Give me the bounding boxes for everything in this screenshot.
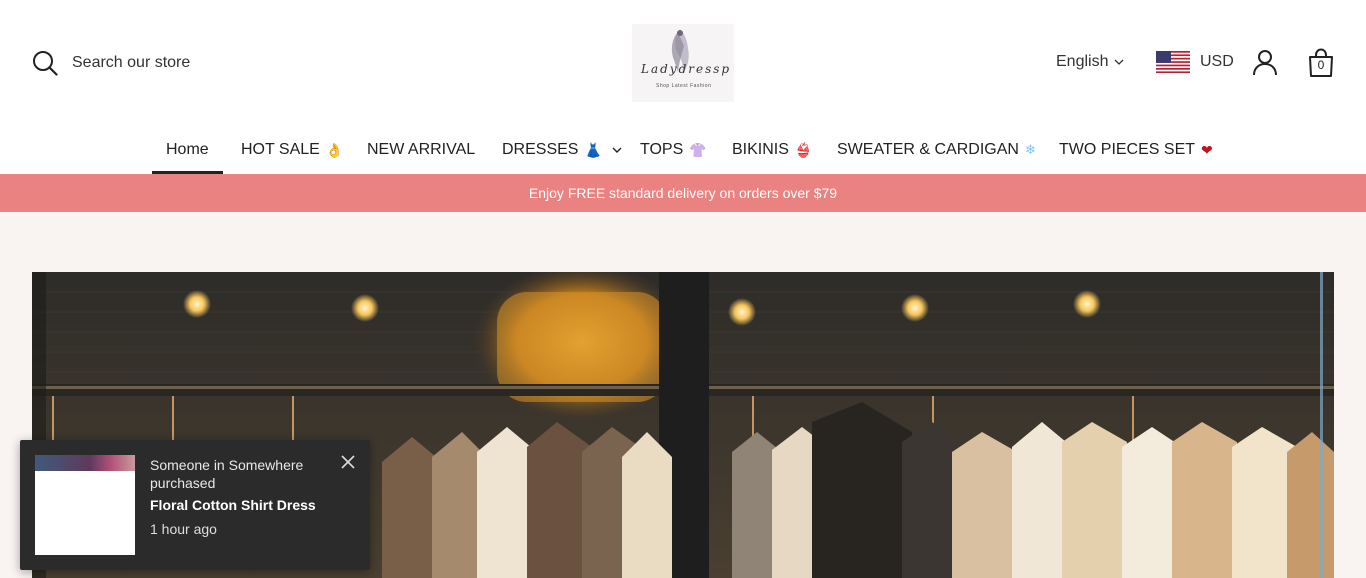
product-thumbnail[interactable] [35, 455, 135, 555]
site-logo[interactable]: Ladydressp Shop Latest Fashion [632, 24, 734, 102]
bikini-icon: 👙 [794, 141, 813, 158]
nav-item-label: TOPS [640, 141, 684, 158]
nav-item-label: NEW ARRIVAL [367, 141, 476, 158]
blouse-icon: 👚 [689, 141, 707, 158]
dress-icon: 👗 [584, 141, 602, 158]
nav-item-new-arrival[interactable]: NEW ARRIVAL [367, 126, 475, 174]
heart-icon: ❤ [1201, 141, 1213, 158]
chevron-down-icon [1115, 59, 1124, 65]
language-label: English [1056, 53, 1109, 70]
language-selector[interactable]: English [1056, 53, 1124, 71]
search-placeholder: Search our store [72, 54, 191, 71]
nav-item-bikinis[interactable]: BIKINIS 👙 [732, 126, 812, 174]
currency-selector[interactable]: USD [1156, 51, 1234, 73]
nav-item-label: Home [166, 141, 209, 158]
nav-item-sweater-cardigan[interactable]: SWEATER & CARDIGAN ❄ [837, 126, 1036, 174]
ok-hand-icon: 👌 [325, 141, 344, 158]
main-nav: Home HOT SALE 👌 NEW ARRIVAL DRESSES 👗 TO… [0, 126, 1366, 174]
logo-wordmark: Ladydressp [641, 62, 732, 76]
account-button[interactable] [1251, 48, 1279, 81]
cart-button[interactable]: 0 [1307, 48, 1335, 83]
popup-time: 1 hour ago [150, 521, 217, 537]
product-thumbnail-image [35, 455, 135, 471]
nav-item-label: BIKINIS [732, 141, 789, 158]
popup-purchaser-text: Someone in Somewhere purchased [150, 457, 304, 491]
nav-item-hot-sale[interactable]: HOT SALE 👌 [241, 126, 343, 174]
nav-item-label: SWEATER & CARDIGAN [837, 141, 1019, 158]
search-icon [33, 51, 58, 76]
snowflake-icon: ❄ [1024, 142, 1036, 157]
logo-tagline: Shop Latest Fashion [656, 83, 712, 89]
search-trigger[interactable]: Search our store [32, 50, 190, 76]
site-header: Search our store Ladydressp Shop Latest … [0, 0, 1366, 126]
cart-count: 0 [1317, 58, 1325, 72]
announcement-bar: Enjoy FREE standard delivery on orders o… [0, 174, 1366, 212]
popup-product-name[interactable]: Floral Cotton Shirt Dress [150, 497, 316, 513]
nav-item-two-pieces-set[interactable]: TWO PIECES SET ❤ [1059, 126, 1213, 174]
nav-item-label: DRESSES [502, 141, 579, 158]
announcement-text: Enjoy FREE standard delivery on orders o… [528, 185, 838, 201]
recent-purchase-popup[interactable]: Someone in Somewhere purchased Floral Co… [20, 440, 370, 570]
us-flag-icon [1156, 51, 1190, 73]
chevron-down-icon [612, 147, 622, 153]
nav-item-tops[interactable]: TOPS 👚 [640, 126, 707, 174]
currency-label: USD [1200, 53, 1234, 70]
user-icon [1253, 50, 1277, 76]
nav-item-home[interactable]: Home [152, 126, 223, 174]
nav-item-label: HOT SALE [241, 141, 320, 158]
close-icon[interactable] [340, 454, 356, 470]
nav-item-label: TWO PIECES SET [1059, 141, 1196, 158]
nav-item-dresses[interactable]: DRESSES 👗 [502, 126, 622, 174]
